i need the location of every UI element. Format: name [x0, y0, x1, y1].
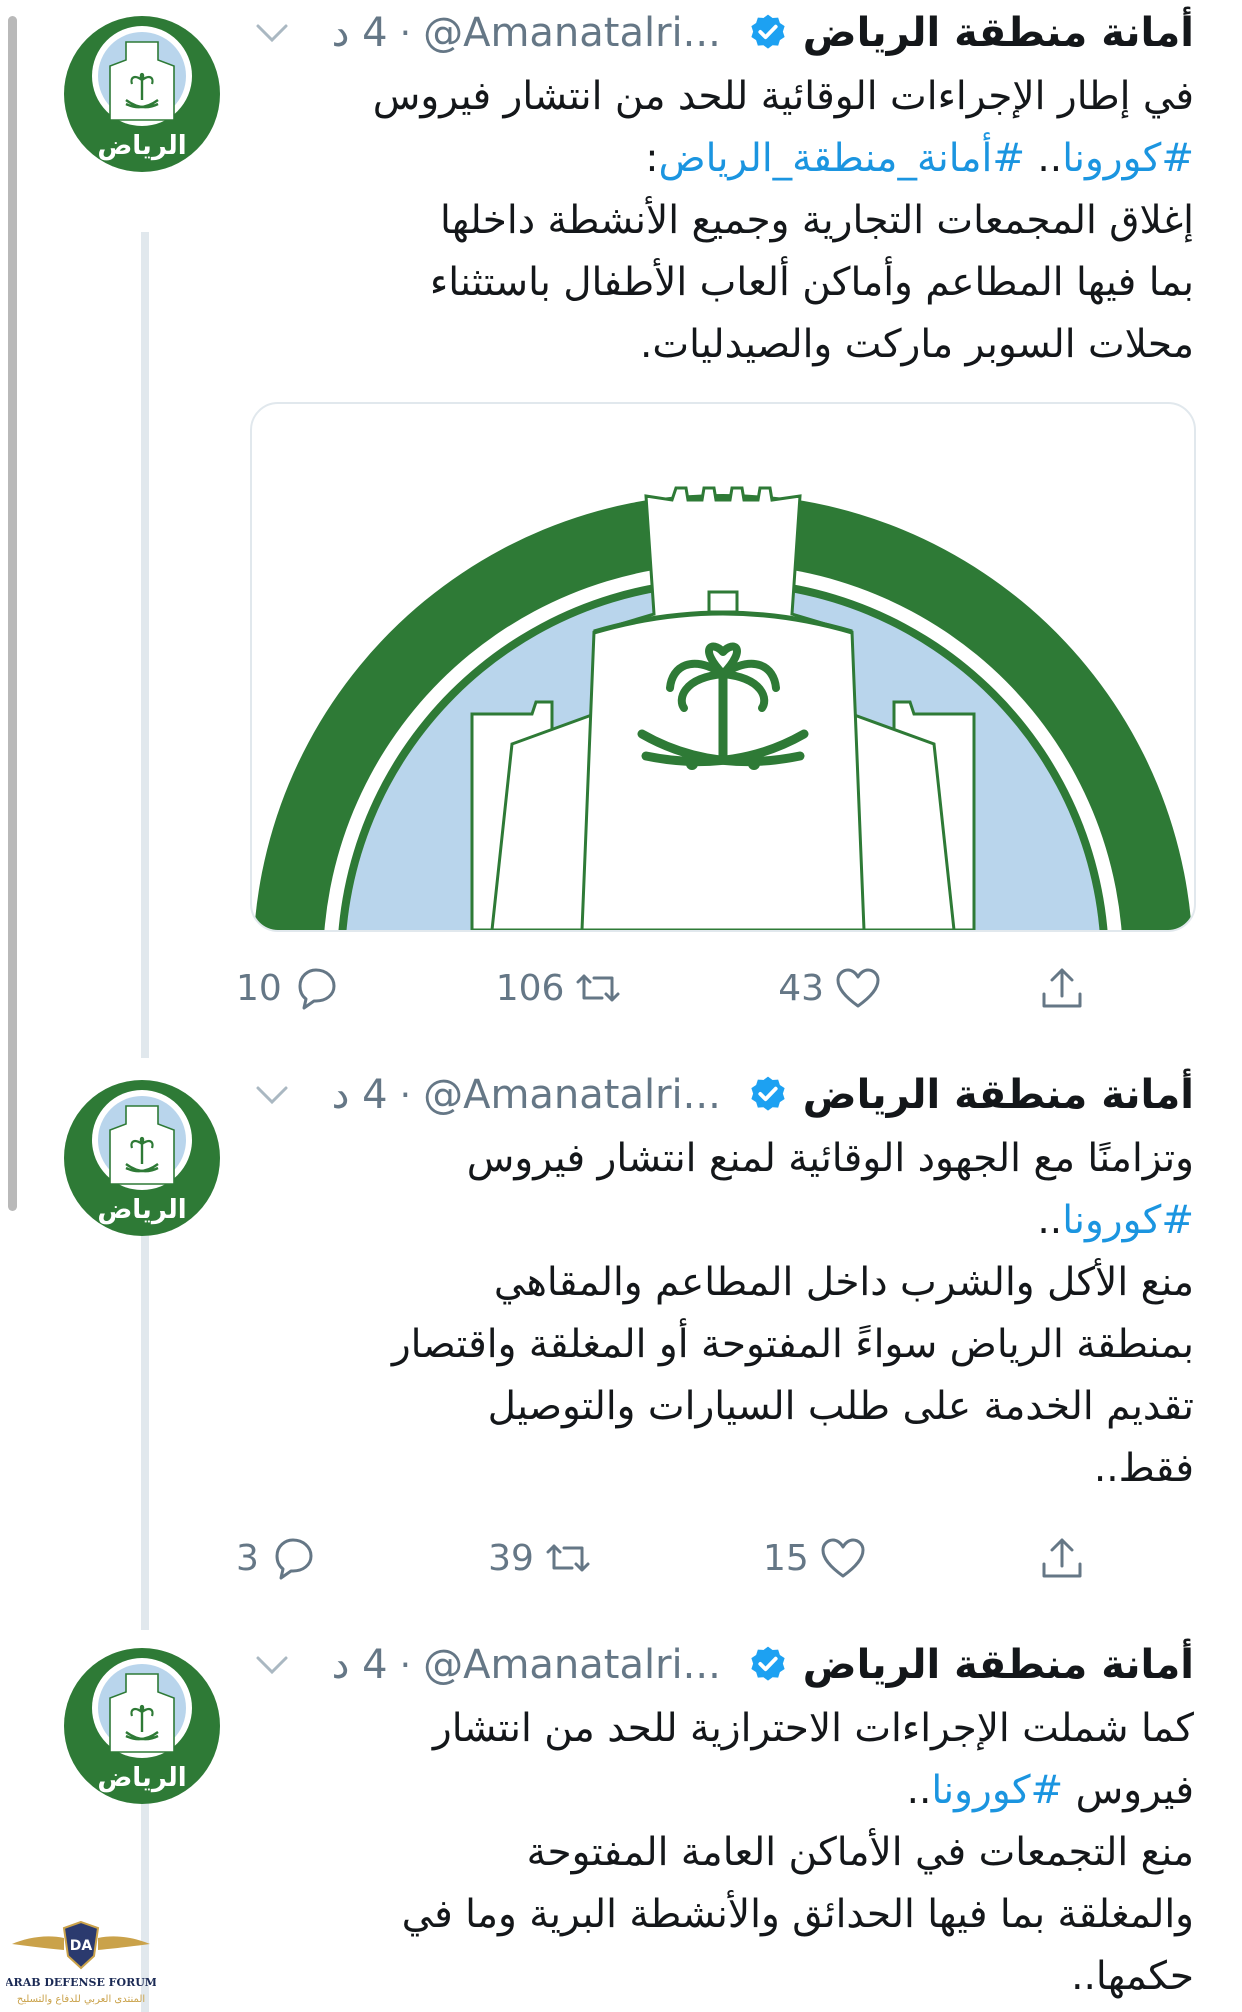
tweet-header: أمانة منطقة الرياض @Amanatalri... · 4 د	[250, 1062, 1194, 1128]
text-lead: فيروس	[1075, 1768, 1194, 1813]
text-line: #كورونا..	[250, 1190, 1194, 1252]
hashtag-link[interactable]: #كورونا	[1062, 1198, 1194, 1243]
timestamp[interactable]: 4 د	[332, 10, 388, 56]
author-handle[interactable]: @Amanatalri...	[423, 1072, 721, 1118]
separator-dot: ·	[399, 1074, 412, 1116]
riyadh-municipality-logo	[254, 486, 1192, 930]
svg-text:الرياض: الرياض	[97, 1195, 186, 1225]
reply-count: 3	[236, 1537, 259, 1579]
text-line: فيروس #كورونا..	[250, 1760, 1194, 1822]
text-line: منع الأكل والشرب داخل المطاعم والمقاهي	[493, 1260, 1194, 1305]
avatar[interactable]: الرياض	[62, 1078, 222, 1238]
reply-icon	[298, 968, 336, 1010]
avatar[interactable]: الرياض	[62, 14, 222, 174]
text-tail: ..	[906, 1768, 932, 1813]
separator-dot: ·	[399, 1644, 412, 1686]
text-line: في إطار الإجراءات الوقائية للحد من انتشا…	[372, 74, 1194, 119]
text-line: منع التجمعات في الأماكن العامة المفتوحة	[526, 1830, 1194, 1875]
like-icon	[836, 968, 880, 1008]
tweet-actions: 3 39 15	[236, 1528, 1086, 1588]
verified-badge-icon	[751, 1076, 785, 1111]
tweet-actions: 10 106 43	[236, 958, 1086, 1018]
reply-button[interactable]: 10	[236, 964, 340, 1012]
svg-text:الرياض: الرياض	[97, 131, 186, 161]
author-name[interactable]: أمانة منطقة الرياض	[803, 10, 1194, 56]
author-handle[interactable]: @Amanatalri...	[423, 10, 721, 56]
tweet[interactable]: الرياض أمانة منطقة الرياض @Amanatalri...…	[0, 1062, 1242, 1632]
hashtag-link[interactable]: #كورونا	[1062, 136, 1194, 181]
text-tail: :	[645, 136, 659, 181]
tweet[interactable]: الرياض أمانة منطقة الرياض @Amanatalri...…	[0, 0, 1242, 1062]
retweet-icon	[576, 974, 620, 1002]
tweet[interactable]: الرياض أمانة منطقة الرياض @Amanatalri...…	[0, 1632, 1242, 2012]
like-count: 43	[778, 967, 825, 1009]
text-line: محلات السوبر ماركت والصيدليات.	[640, 322, 1194, 367]
share-icon	[1042, 968, 1082, 1008]
chevron-down-icon[interactable]	[250, 1080, 294, 1110]
svg-text:DA: DA	[70, 1938, 93, 1954]
tweet-text: كما شملت الإجراءات الاحترازية للحد من ان…	[250, 1698, 1194, 2008]
text-line: حكمها..	[1071, 1954, 1194, 1999]
retweet-count: 106	[495, 967, 565, 1009]
text-line: والمغلقة بما فيها الحدائق والأنشطة البري…	[401, 1892, 1194, 1937]
chevron-down-icon[interactable]	[250, 1650, 294, 1680]
tweet-header: أمانة منطقة الرياض @Amanatalri... · 4 د	[250, 1632, 1194, 1698]
retweet-icon	[546, 1544, 590, 1572]
text-line: كما شملت الإجراءات الاحترازية للحد من ان…	[432, 1706, 1194, 1751]
verified-badge-icon	[751, 1646, 785, 1681]
chevron-down-icon[interactable]	[250, 18, 294, 48]
reply-button[interactable]: 3	[236, 1534, 317, 1582]
separator-dot: ·	[399, 12, 412, 54]
media-image[interactable]	[250, 402, 1196, 932]
tweet-header: أمانة منطقة الرياض @Amanatalri... · 4 د	[250, 0, 1194, 66]
retweet-button[interactable]: 39	[488, 1534, 592, 1582]
text-line: فقط..	[1093, 1446, 1194, 1491]
like-icon	[821, 1538, 865, 1578]
reply-icon	[275, 1538, 313, 1580]
svg-text:ARAB DEFENSE FORUM: ARAB DEFENSE FORUM	[6, 1976, 156, 1989]
tweet-text: وتزامنًا مع الجهود الوقائية لمنع انتشار …	[250, 1128, 1194, 1500]
text-separator: ..	[1037, 136, 1063, 181]
share-button[interactable]	[1038, 964, 1086, 1012]
hashtag-link[interactable]: #كورونا	[931, 1768, 1063, 1813]
share-icon	[1042, 1538, 1082, 1578]
verified-badge-icon	[751, 14, 785, 49]
like-count: 15	[763, 1537, 809, 1579]
like-button[interactable]: 15	[763, 1534, 867, 1582]
text-line: بما فيها المطاعم وأماكن ألعاب الأطفال با…	[429, 260, 1194, 305]
text-tail: ..	[1037, 1198, 1063, 1243]
text-line: وتزامنًا مع الجهود الوقائية لمنع انتشار …	[466, 1136, 1194, 1181]
author-handle[interactable]: @Amanatalri...	[423, 1642, 721, 1688]
share-button[interactable]	[1038, 1534, 1086, 1582]
like-button[interactable]: 43	[778, 964, 882, 1012]
arab-defense-forum-watermark: DA ARAB DEFENSE FORUM المنتدى العربي للد…	[6, 1920, 156, 2005]
text-line: #كورونا.. #أمانة_منطقة_الرياض:	[250, 128, 1194, 190]
reply-count: 10	[236, 967, 282, 1009]
text-line: إغلاق المجمعات التجارية وجميع الأنشطة دا…	[439, 198, 1194, 243]
svg-text:الرياض: الرياض	[97, 1763, 186, 1793]
timestamp[interactable]: 4 د	[332, 1072, 388, 1118]
tweet-text: في إطار الإجراءات الوقائية للحد من انتشا…	[250, 66, 1194, 376]
hashtag-link[interactable]: #أمانة_منطقة_الرياض	[659, 136, 1025, 181]
avatar[interactable]: الرياض	[62, 1646, 222, 1806]
retweet-count: 39	[488, 1537, 534, 1579]
author-name[interactable]: أمانة منطقة الرياض	[803, 1072, 1194, 1118]
author-name[interactable]: أمانة منطقة الرياض	[803, 1642, 1194, 1688]
retweet-button[interactable]: 106	[496, 964, 623, 1012]
svg-text:المنتدى العربي للدفاع والتسليح: المنتدى العربي للدفاع والتسليح	[17, 1994, 145, 2005]
text-line: تقديم الخدمة على طلب السيارات والتوصيل	[487, 1384, 1194, 1429]
timestamp[interactable]: 4 د	[332, 1642, 388, 1688]
text-line: بمنطقة الرياض سواءً المفتوحة أو المغلقة …	[391, 1322, 1194, 1367]
